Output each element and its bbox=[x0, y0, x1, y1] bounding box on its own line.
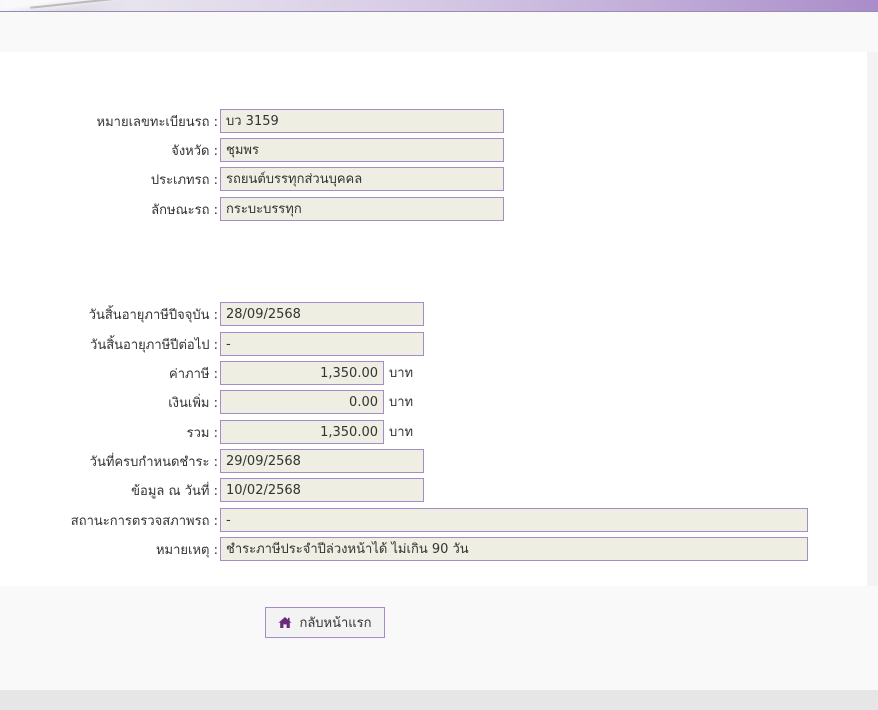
type-label-wrap: ประเภทรถ : bbox=[0, 168, 218, 194]
current-expiry-label-wrap: วันสิ้นอายุภาษีปีจจุบัน : bbox=[0, 303, 218, 329]
remark-label: หมายเหตุ : bbox=[155, 543, 218, 558]
next-expiry-label: วันสิ้นอายุภาษีปีต่อไป : bbox=[90, 338, 218, 353]
plate-label-wrap: หมายเลขทะเบียนรถ : bbox=[0, 110, 218, 136]
page-edge bbox=[867, 52, 878, 586]
province-label: จังหวัด : bbox=[171, 144, 218, 159]
surcharge-currency-unit: บาท bbox=[389, 395, 414, 410]
due-date-label-wrap: วันที่ครบกำหนดชำระ : bbox=[0, 450, 218, 476]
body-type-label: ลักษณะรถ : bbox=[151, 203, 218, 218]
total-label-wrap: รวม : bbox=[0, 421, 218, 447]
due-date-label: วันที่ครบกำหนดชำระ : bbox=[89, 455, 218, 470]
back-home-label: กลับหน้าแรก bbox=[299, 616, 372, 631]
current-expiry-label: วันสิ้นอายุภาษีปีจจุบัน : bbox=[88, 308, 218, 323]
vehicle-type-label: ประเภทรถ : bbox=[150, 173, 218, 188]
plate-label: หมายเลขทะเบียนรถ : bbox=[96, 115, 218, 130]
inspection-status-label: สถานะการตรวจสภาพรถ : bbox=[70, 514, 218, 529]
surcharge-field: 0.00 bbox=[220, 390, 384, 414]
data-as-of-label-wrap: ข้อมูล ณ วันที่ : bbox=[0, 479, 218, 505]
surcharge-label-wrap: เงินเพิ่ม : bbox=[0, 391, 218, 417]
body-type-field: กระบะบรรทุก bbox=[220, 197, 504, 221]
footer-bar bbox=[0, 690, 878, 710]
province-label-wrap: จังหวัด : bbox=[0, 139, 218, 165]
tax-amount-field: 1,350.00 bbox=[220, 361, 384, 385]
current-expiry-field: 28/09/2568 bbox=[220, 302, 424, 326]
plate-field: บว 3159 bbox=[220, 109, 504, 133]
back-home-button[interactable]: กลับหน้าแรก bbox=[265, 607, 385, 638]
data-as-of-label: ข้อมูล ณ วันที่ : bbox=[131, 484, 218, 499]
inspection-status-field: - bbox=[220, 508, 808, 532]
data-as-of-field: 10/02/2568 bbox=[220, 478, 424, 502]
next-expiry-field: - bbox=[220, 332, 424, 356]
remark-label-wrap: หมายเหตุ : bbox=[0, 538, 218, 564]
remark-field: ชำระภาษีประจำปีล่วงหน้าได้ ไม่เกิน 90 วั… bbox=[220, 537, 808, 561]
total-label: รวม : bbox=[186, 426, 218, 441]
body-label-wrap: ลักษณะรถ : bbox=[0, 198, 218, 224]
surcharge-label: เงินเพิ่ม : bbox=[168, 396, 218, 411]
tax-label-wrap: ค่าภาษี : bbox=[0, 362, 218, 388]
tax-amount-label: ค่าภาษี : bbox=[169, 367, 218, 382]
inspection-label-wrap: สถานะการตรวจสภาพรถ : bbox=[0, 509, 218, 535]
home-icon bbox=[278, 616, 292, 629]
total-currency-unit: บาท bbox=[389, 425, 414, 440]
tax-currency-unit: บาท bbox=[389, 366, 414, 381]
top-banner bbox=[0, 0, 878, 12]
province-field: ชุมพร bbox=[220, 138, 504, 162]
due-date-field: 29/09/2568 bbox=[220, 449, 424, 473]
total-field: 1,350.00 bbox=[220, 420, 384, 444]
next-expiry-label-wrap: วันสิ้นอายุภาษีปีต่อไป : bbox=[0, 333, 218, 359]
vehicle-type-field: รถยนต์บรรทุกส่วนบุคคล bbox=[220, 167, 504, 191]
